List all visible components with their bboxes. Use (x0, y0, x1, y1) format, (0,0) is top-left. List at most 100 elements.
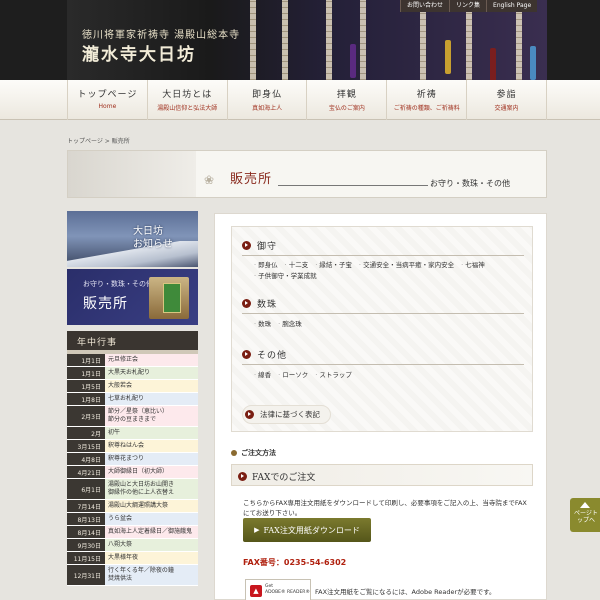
nav-item-sokushinbutsu[interactable]: 即身仏 真如海上人 (228, 80, 308, 120)
legal-notice-link[interactable]: 法律に基づく表記 (242, 405, 331, 424)
page-top-button[interactable]: ページトップへ (570, 498, 600, 532)
product-category-box: 御守 即身仏十二支縁結・子宝交通安全・当病平癒・家内安全七福神子供御守・学業成就… (231, 226, 533, 432)
breadcrumb[interactable]: トップページ > 販売所 (67, 136, 130, 145)
nav-item-home[interactable]: トップページ Home (67, 80, 148, 120)
item-link[interactable]: 子供御守・学業成就 (254, 271, 317, 282)
event-row: 8月14日 真如海上人定着縁日／御施餓鬼 (67, 526, 198, 539)
contact-link[interactable]: お問い合わせ (400, 0, 450, 12)
section-title: 数珠 (257, 300, 278, 310)
page-subtitle: お守り・数珠・その他 (430, 179, 510, 188)
adobe-reader-note: FAX注文用紙をご覧になるには、Adobe Readerが必要です。 (315, 588, 496, 596)
item-link[interactable]: 七福神 (461, 260, 485, 271)
page-title: 販売所 (230, 172, 273, 187)
event-name: 大黒様年夜 (105, 552, 198, 564)
banner-decoration (68, 151, 196, 197)
event-date: 12月31日 (67, 565, 105, 585)
event-row: 6月1日 湯殿山と大日坊お山開き 御縁作の他に上人衣替え (67, 479, 198, 500)
event-name: 元旦修正会 (105, 354, 198, 366)
site-logo-title[interactable]: 瀧水寺大日坊 (82, 40, 196, 65)
event-name: 大黒天お札配り (105, 367, 198, 379)
english-page-link[interactable]: English Page (486, 0, 538, 12)
fax-order-title: FAXでのご注文 (252, 473, 316, 483)
adobe-reader-icon: ▲ (250, 585, 262, 597)
item-link[interactable]: 腕念珠 (278, 319, 302, 330)
event-name: 釈尊ねはん会 (105, 440, 198, 452)
fax-button-label: FAX注文用紙ダウンロード (263, 525, 360, 535)
banner-divider (278, 185, 428, 186)
event-row: 1月5日 大般若会 (67, 380, 198, 393)
shop-banner-label: 販売所 (83, 296, 128, 312)
news-banner-label: 大日坊 お知らせ (133, 226, 173, 250)
nav-sublabel: 宝仏のご案内 (328, 105, 365, 112)
event-date: 2月3日 (67, 406, 105, 426)
arrow-bullet-icon (242, 299, 251, 308)
nav-sublabel: 交通案内 (494, 105, 519, 112)
event-name: 八朔大祭 (105, 539, 198, 551)
item-link[interactable]: 即身仏 (254, 260, 278, 271)
fax-number: FAX番号：0235-54-6302 (243, 558, 347, 567)
nav-item-about[interactable]: 大日坊とは 湯殿山信仰と弘法大師 (148, 80, 228, 120)
amulet-pouch-image (163, 283, 181, 313)
nav-item-prayer[interactable]: 祈祷 ご祈祷の種類、ご祈祷料 (387, 80, 468, 120)
nav-label: 参詣 (496, 90, 517, 100)
event-name: 節分／星祭（恵比い） 節分の豆まきまで (105, 406, 198, 426)
shop-banner[interactable]: お守り・数珠・その他 販売所 (67, 269, 198, 325)
event-row: 1月8日 七草お札配り (67, 393, 198, 406)
item-link[interactable]: 線香 (254, 370, 271, 381)
event-date: 1月1日 (67, 354, 105, 366)
news-banner[interactable]: 大日坊 お知らせ (67, 211, 198, 267)
event-row: 12月31日 行く年くる年／除夜の鐘 焚焼供法 (67, 565, 198, 586)
event-date: 4月21日 (67, 466, 105, 478)
item-link[interactable]: ストラップ (315, 370, 352, 381)
arrow-bullet-icon (242, 241, 251, 250)
shop-banner-sublabel: お守り・数珠・その他 (83, 280, 153, 288)
item-link[interactable]: 数珠 (254, 319, 271, 330)
arrow-bullet-icon (245, 410, 254, 419)
adobe-reader-label: Get ADOBE® READER® (265, 584, 310, 595)
event-name: 初午 (105, 427, 198, 439)
events-title: 年中行事 (77, 338, 118, 348)
event-date: 7月14日 (67, 500, 105, 512)
arrow-bullet-icon (238, 472, 247, 481)
order-method-title: ご注文方法 (241, 449, 276, 457)
get-adobe-reader-badge[interactable]: ▲ Get ADOBE® READER® (245, 579, 311, 600)
event-row: 2月3日 節分／星祭（恵比い） 節分の豆まきまで (67, 406, 198, 427)
item-link[interactable]: 縁結・子宝 (315, 260, 352, 271)
event-name: 釈尊花まつり (105, 453, 198, 465)
nav-label: 即身仏 (252, 90, 283, 100)
event-name: 七草お札配り (105, 393, 198, 405)
events-heading: 年中行事 (67, 331, 198, 354)
event-date: 8月13日 (67, 513, 105, 525)
fax-order-heading: FAXでのご注文 (231, 464, 533, 486)
top-links: お問い合わせ リンク集 English Page (400, 0, 538, 12)
arrow-right-icon: ▶ (254, 526, 260, 534)
event-row: 4月21日 大師御縁日（初大師） (67, 466, 198, 479)
item-link[interactable]: 十二支 (285, 260, 309, 271)
event-name: 行く年くる年／除夜の鐘 焚焼供法 (105, 565, 198, 585)
event-date: 11月15日 (67, 552, 105, 564)
event-name: 真如海上人定着縁日／御施餓鬼 (105, 526, 198, 538)
header-subtitle: 徳川将軍家祈祷寺 湯殿山総本寺 (82, 30, 241, 41)
event-date: 6月1日 (67, 479, 105, 499)
page-top-label: ページトップへ (574, 510, 598, 524)
fax-description: こちらからFAX専用注文用紙をダウンロードして印刷し、必要事項をご記入の上、当寺… (243, 499, 527, 517)
event-date: 1月8日 (67, 393, 105, 405)
main-content: 御守 即身仏十二支縁結・子宝交通安全・当病平癒・家内安全七福神子供御守・学業成就… (214, 213, 547, 600)
event-row: 7月14日 湯殿山大綱運照講大祭 (67, 500, 198, 513)
event-row: 1月1日 元旦修正会 (67, 354, 198, 367)
nav-label: トップページ (77, 90, 138, 100)
event-row: 4月8日 釈尊花まつり (67, 453, 198, 466)
nav-item-access[interactable]: 参詣 交通案内 (467, 80, 547, 120)
nav-label: 大日坊とは (162, 90, 213, 100)
event-date: 1月1日 (67, 367, 105, 379)
item-link[interactable]: ローソク (278, 370, 308, 381)
nav-item-visit[interactable]: 拝観 宝仏のご案内 (307, 80, 388, 120)
fax-form-download-button[interactable]: ▶ FAX注文用紙ダウンロード (243, 518, 371, 542)
nav-sublabel: ご祈祷の種類、ご祈祷料 (393, 105, 460, 112)
event-date: 4月8日 (67, 453, 105, 465)
links-link[interactable]: リンク集 (449, 0, 487, 12)
events-table: 1月1日 元旦修正会 1月1日 大黒天お札配り 1月5日 大般若会 1月8日 七草お札配り 2月… (67, 354, 198, 586)
item-link[interactable]: 交通安全・当病平癒・家内安全 (359, 260, 454, 271)
event-date: 1月5日 (67, 380, 105, 392)
arrow-bullet-icon (242, 350, 251, 359)
